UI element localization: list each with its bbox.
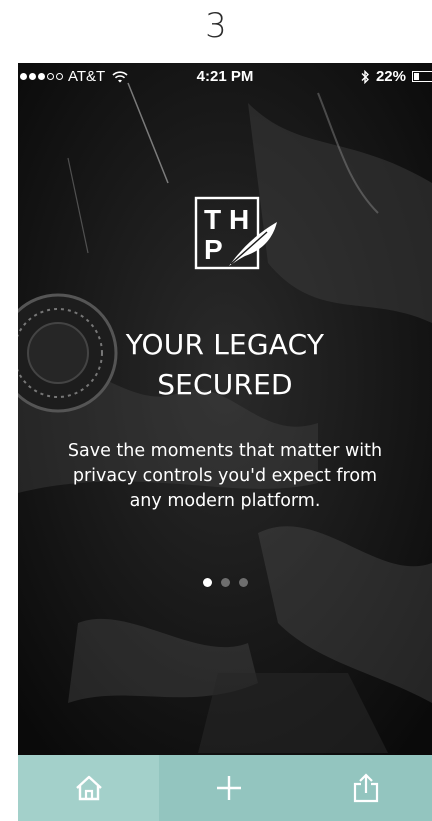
tab-home[interactable] [18, 755, 159, 821]
home-icon [75, 775, 102, 801]
battery-level [414, 73, 419, 80]
tab-share[interactable] [299, 755, 432, 821]
description-text: Save the moments that matter with privac… [48, 439, 402, 514]
plus-icon [217, 776, 241, 800]
phone-screen: AT&T 4:21 PM 22% T H P YOUR LEGACY SECUR… [18, 63, 432, 821]
description-line-2: privacy controls you'd expect from [72, 466, 378, 486]
bluetooth-icon [361, 69, 369, 84]
page-number: 3 [205, 6, 227, 46]
headline: YOUR LEGACY SECURED [18, 325, 432, 405]
battery-icon [412, 71, 432, 82]
page-dot[interactable] [202, 578, 212, 587]
status-bar-right: 22% [360, 68, 432, 85]
battery-percentage: 22% [375, 68, 406, 85]
page-indicator[interactable] [18, 578, 432, 587]
status-bar: AT&T 4:21 PM 22% [18, 63, 432, 87]
tab-bar [18, 755, 432, 821]
share-icon [353, 773, 378, 803]
logo-letter-h: H [229, 204, 249, 235]
thp-logo: T H P [194, 196, 277, 270]
logo-letter-t: T [204, 204, 221, 235]
page-dot[interactable] [220, 578, 230, 587]
tab-add[interactable] [159, 755, 299, 821]
headline-line-1: YOUR LEGACY [125, 328, 325, 361]
description-line-3: any modern platform. [129, 491, 321, 511]
logo-letter-p: P [204, 234, 223, 265]
hero-background-image [18, 63, 432, 755]
headline-line-2: SECURED [157, 368, 293, 401]
description-line-1: Save the moments that matter with [67, 441, 383, 461]
page-dot[interactable] [238, 578, 248, 587]
